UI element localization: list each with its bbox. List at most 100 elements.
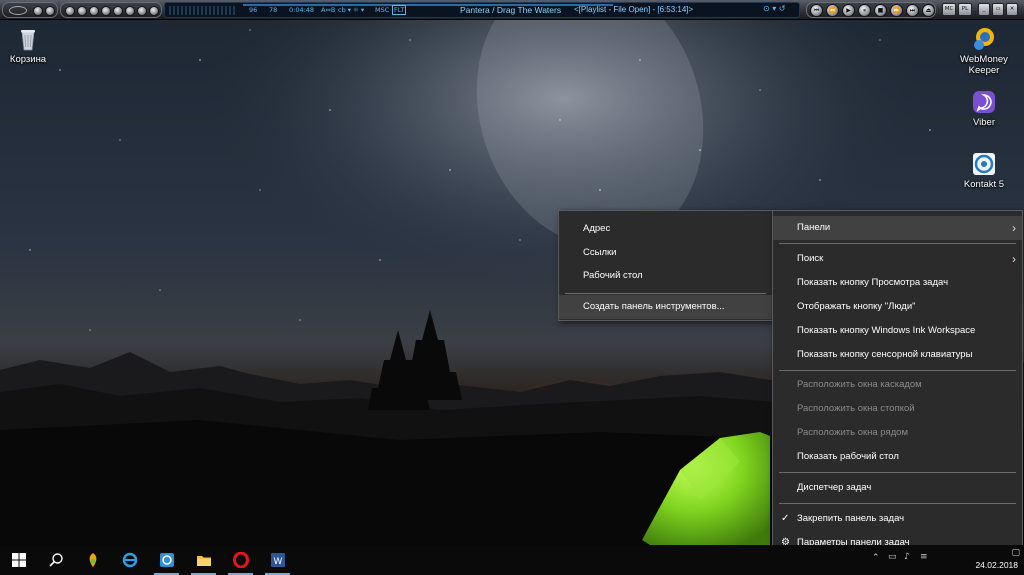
kontakt-icon — [971, 151, 997, 177]
desktop-icon-label: Kontakt 5 — [963, 179, 1005, 190]
next-track-button[interactable]: ⏭ — [906, 4, 919, 17]
desktop-icon-label: Viber — [972, 117, 995, 128]
menu-separator — [779, 370, 1016, 371]
volume-icon[interactable]: ♪ — [904, 552, 910, 562]
player-option-2-button[interactable] — [77, 6, 87, 16]
start-button[interactable] — [0, 545, 37, 575]
menu-item-show-desktop[interactable]: Показать рабочий стол — [773, 445, 1022, 469]
menu-item-task-manager[interactable]: Диспетчер задач — [773, 476, 1022, 500]
taskbar-date[interactable]: 24.02.2018 — [975, 560, 1018, 570]
menu-separator — [565, 293, 766, 294]
player-ab-mode[interactable]: A⇔B — [321, 6, 335, 14]
menu-item-people[interactable]: Отображать кнопку "Люди" — [773, 295, 1022, 319]
toolbars-submenu: Адрес Ссылки Рабочий стол Создать панель… — [558, 210, 773, 321]
desktop-icon-kontakt[interactable]: Kontakt 5 — [949, 151, 1019, 190]
player-time: 0:04:48 — [289, 6, 315, 14]
menu-item-keyboard[interactable]: Показать кнопку сенсорной клавиатуры — [773, 343, 1022, 367]
tray-chevron-icon[interactable]: ⌃ — [872, 553, 880, 563]
taskbar-context-menu: Панели › Поиск › Показать кнопку Просмот… — [772, 210, 1023, 558]
stop-button[interactable]: ■ — [874, 4, 887, 17]
player-flt-mode[interactable]: FLT — [392, 5, 407, 15]
chevron-right-icon: › — [1012, 252, 1016, 266]
prev-track-button[interactable]: ⏮ — [810, 4, 823, 17]
tray-area: ⌃ ▭ ♪ ≡ — [860, 545, 940, 575]
recycle-bin-icon — [15, 26, 41, 52]
player-minimize-window-button[interactable]: _ — [978, 3, 990, 16]
windows-logo-icon — [12, 553, 26, 567]
notification-icon[interactable]: ▢ — [1011, 548, 1020, 558]
menu-separator — [779, 472, 1016, 473]
player-option-5-button[interactable] — [113, 6, 123, 16]
menu-item-cascade: Расположить окна каскадом — [797, 379, 922, 390]
player-menu-button[interactable] — [33, 6, 43, 16]
pause-button[interactable]: ⏸ — [858, 4, 871, 17]
taskbar-app-internet-explorer[interactable] — [111, 545, 148, 575]
player-display: 96 78 0:04:48 A⇔B cb ▾ ☼ ▾ MSC FLT Pante… — [164, 2, 800, 18]
taskbar-app-word[interactable]: W — [259, 545, 296, 575]
player-option-4-button[interactable] — [101, 6, 111, 16]
player-msc-mode[interactable]: MSC — [375, 6, 389, 14]
media-player-bar: 96 78 0:04:48 A⇔B cb ▾ ☼ ▾ MSC FLT Pante… — [0, 0, 1024, 20]
menu-separator — [779, 243, 1016, 244]
taskbar-app-fl-studio[interactable] — [74, 545, 111, 575]
folder-icon — [197, 556, 211, 566]
search-icon — [49, 553, 63, 567]
opera-icon — [233, 552, 249, 568]
menu-item-address[interactable]: Адрес — [559, 217, 772, 241]
language-icon[interactable]: ≡ — [920, 552, 928, 562]
network-icon[interactable]: ▭ — [888, 552, 897, 562]
menu-item-task-view[interactable]: Показать кнопку Просмотра задач — [773, 271, 1022, 295]
player-close-button[interactable]: ✕ — [1006, 3, 1018, 16]
checkmark-icon: ✓ — [781, 513, 790, 524]
pl-button[interactable]: PL — [958, 3, 972, 16]
fl-studio-icon — [89, 553, 97, 567]
menu-item-stack: Расположить окна стопкой — [797, 403, 915, 414]
player-option-3-button[interactable] — [89, 6, 99, 16]
player-mode-3[interactable]: ☼ ▾ — [353, 6, 364, 14]
taskbar-app-media-player[interactable] — [148, 545, 185, 575]
menu-item-lock-taskbar[interactable]: ✓ Закрепить панель задач — [773, 507, 1022, 531]
player-playlist-info: <[Playlist - File Open] - [6:53:14]> — [574, 5, 694, 14]
chevron-right-icon: › — [1012, 221, 1016, 235]
eject-button[interactable]: ⏏ — [922, 4, 935, 17]
svg-text:W: W — [274, 557, 283, 567]
forward-button[interactable]: ⏩ — [890, 4, 903, 17]
menu-item-search[interactable]: Поиск › — [773, 247, 1022, 271]
menu-item-side-by-side: Расположить окна рядом — [797, 427, 908, 438]
internet-explorer-icon — [122, 552, 138, 568]
search-button[interactable] — [37, 545, 74, 575]
menu-item-ink[interactable]: Показать кнопку Windows Ink Workspace — [773, 319, 1022, 343]
player-restore-button[interactable]: ▫ — [992, 3, 1004, 16]
taskbar-app-opera[interactable] — [222, 545, 259, 575]
mc-button[interactable]: MC — [942, 3, 956, 16]
player-track-title: Pantera / Drag The Waters — [460, 5, 562, 15]
player-option-7-button[interactable] — [137, 6, 147, 16]
player-option-1-button[interactable] — [65, 6, 75, 16]
player-logo-icon — [9, 6, 27, 15]
player-minimize-button[interactable] — [45, 6, 55, 16]
menu-item-lock-label: Закрепить панель задач — [797, 513, 905, 524]
player-option-6-button[interactable] — [125, 6, 135, 16]
word-icon: W — [271, 553, 285, 567]
menu-item-links[interactable]: Ссылки — [559, 241, 772, 265]
player-cb-mode[interactable]: cb ▾ — [338, 6, 351, 14]
player-option-8-button[interactable] — [149, 6, 159, 16]
play-button[interactable]: ▶ — [842, 4, 855, 17]
desktop-icon-webmoney[interactable]: WebMoney Keeper — [949, 26, 1019, 76]
menu-item-desktop[interactable]: Рабочий стол — [559, 264, 772, 288]
player-display-icons: ⊙ ▾ ↺ — [763, 4, 786, 13]
player-balance-value: 78 — [269, 6, 278, 14]
desktop-icon-label: Корзина — [9, 54, 47, 65]
menu-item-panels[interactable]: Панели › — [773, 216, 1022, 240]
player-logo-group — [2, 2, 58, 18]
desktop-icon-label: WebMoney Keeper — [960, 54, 1008, 76]
desktop-icon-viber[interactable]: Viber — [949, 89, 1019, 128]
menu-separator — [779, 503, 1016, 504]
menu-item-panels-label: Панели — [797, 222, 831, 233]
menu-item-search-label: Поиск — [797, 253, 824, 264]
desktop-icon-recycle-bin[interactable]: Корзина — [0, 26, 63, 65]
taskbar-app-file-explorer[interactable] — [185, 545, 222, 575]
player-visualizer — [169, 6, 237, 15]
menu-item-new-toolbar[interactable]: Создать панель инструментов... — [559, 295, 772, 319]
rewind-button[interactable]: ⏪ — [826, 4, 839, 17]
